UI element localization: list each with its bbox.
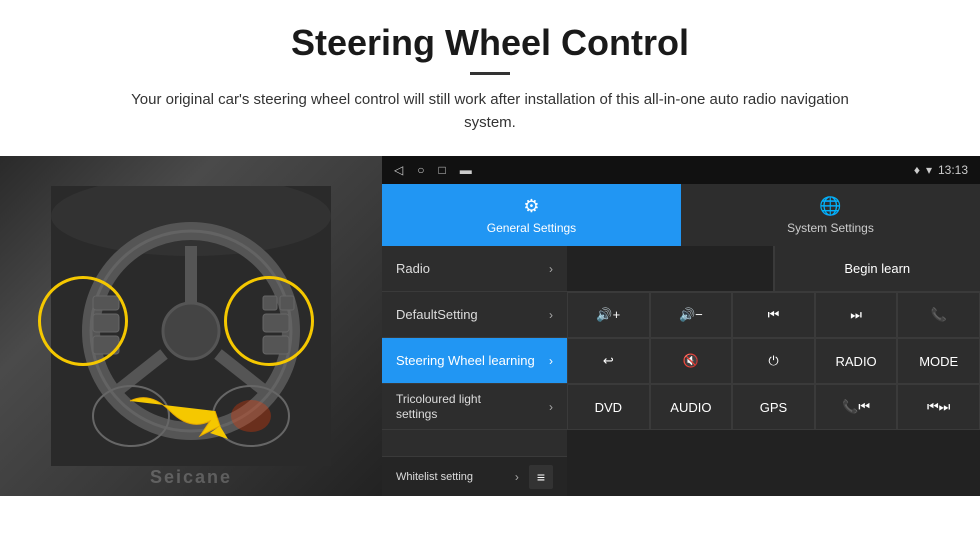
steering-arrow-icon: › xyxy=(549,354,553,368)
title-divider xyxy=(470,72,510,75)
menu-steering-label: Steering Wheel learning xyxy=(396,353,535,368)
whitelist-right: › ≡ xyxy=(515,465,553,489)
back-call-icon: ↩ xyxy=(603,353,614,369)
menu-default-label: DefaultSetting xyxy=(396,307,478,322)
menu-tricolour-label: Tricoloured lightsettings xyxy=(396,392,481,421)
menu-item-radio[interactable]: Radio › xyxy=(382,246,567,292)
radio-btn-label: RADIO xyxy=(836,354,877,369)
tab-general-label: General Settings xyxy=(487,221,576,235)
location-icon: ♦ xyxy=(914,163,920,177)
right-content: Begin learn 🔊+ 🔊− ⏮ xyxy=(567,246,980,496)
wifi-icon: ▾ xyxy=(926,163,932,177)
begin-learn-button[interactable]: Begin learn xyxy=(774,246,980,291)
menu-item-default[interactable]: DefaultSetting › xyxy=(382,292,567,338)
panel-body: Radio › DefaultSetting › Steering Wheel … xyxy=(382,246,980,496)
prev-track-button[interactable]: ⏮ xyxy=(732,292,815,338)
general-settings-icon: ⚙ xyxy=(523,196,539,217)
whitelist-icon: ≡ xyxy=(529,465,553,489)
phone-prev-icon: 📞⏮ xyxy=(842,399,870,415)
page-container: Steering Wheel Control Your original car… xyxy=(0,0,980,496)
btn-grid-row1: 🔊+ 🔊− ⏮ ⏭ 📞 xyxy=(567,292,980,338)
home-icon: ○ xyxy=(417,163,424,177)
header-section: Steering Wheel Control Your original car… xyxy=(0,0,980,144)
clock: 13:13 xyxy=(938,163,968,177)
gps-button[interactable]: GPS xyxy=(732,384,815,430)
mute-button[interactable]: 🔇 xyxy=(650,338,733,384)
power-button[interactable]: ⏻ xyxy=(732,338,815,384)
gps-label: GPS xyxy=(760,400,787,415)
system-settings-icon: 🌐 xyxy=(819,196,841,217)
next-track-button[interactable]: ⏭ xyxy=(815,292,898,338)
arrow-overlay xyxy=(120,381,240,466)
status-bar: ◁ ○ □ ▬ ♦ ▾ 13:13 xyxy=(382,156,980,184)
mute-icon: 🔇 xyxy=(683,353,699,369)
phone-prev-button[interactable]: 📞⏮ xyxy=(815,384,898,430)
content-area: Seicane ◁ ○ □ ▬ ♦ ▾ 13:13 xyxy=(0,156,980,496)
phone-button[interactable]: 📞 xyxy=(897,292,980,338)
vol-up-button[interactable]: 🔊+ xyxy=(567,292,650,338)
tab-general-settings[interactable]: ⚙ General Settings xyxy=(382,184,681,246)
next-track-icon: ⏭ xyxy=(850,307,862,323)
audio-label: AUDIO xyxy=(670,400,711,415)
prev-track-icon: ⏮ xyxy=(768,307,780,323)
page-title: Steering Wheel Control xyxy=(60,22,920,64)
back-icon: ◁ xyxy=(394,163,403,177)
recents-icon: □ xyxy=(438,163,445,177)
skip-icon: ⏮⏭ xyxy=(927,399,950,415)
tab-system-label: System Settings xyxy=(787,221,874,235)
car-image: Seicane xyxy=(0,156,382,496)
tab-system-settings[interactable]: 🌐 System Settings xyxy=(681,184,980,246)
radio-btn[interactable]: RADIO xyxy=(815,338,898,384)
highlight-circle-right xyxy=(224,276,314,366)
menu-whitelist-label: Whitelist setting xyxy=(396,471,473,483)
btn-grid-row2: ↩ 🔇 ⏻ RADIO MODE xyxy=(567,338,980,384)
dvd-label: DVD xyxy=(595,400,622,415)
mode-label: MODE xyxy=(919,354,958,369)
subtitle-text: Your original car's steering wheel contr… xyxy=(120,89,860,134)
menu-item-steering[interactable]: Steering Wheel learning › xyxy=(382,338,567,384)
menu-item-whitelist[interactable]: Whitelist setting › ≡ xyxy=(382,456,567,496)
left-menu: Radio › DefaultSetting › Steering Wheel … xyxy=(382,246,567,496)
audio-button[interactable]: AUDIO xyxy=(650,384,733,430)
vol-up-icon: 🔊+ xyxy=(596,307,620,323)
menu-radio-label: Radio xyxy=(396,261,430,276)
btn-grid-row3: DVD AUDIO GPS 📞⏮ ⏮⏭ xyxy=(567,384,980,430)
dvd-button[interactable]: DVD xyxy=(567,384,650,430)
phone-icon: 📞 xyxy=(931,307,947,323)
vol-down-icon: 🔊− xyxy=(679,307,703,323)
default-arrow-icon: › xyxy=(549,308,553,322)
status-bar-left: ◁ ○ □ ▬ xyxy=(394,163,472,177)
tab-bar: ⚙ General Settings 🌐 System Settings xyxy=(382,184,980,246)
watermark: Seicane xyxy=(150,467,232,488)
menu-item-tricolour[interactable]: Tricoloured lightsettings › xyxy=(382,384,567,430)
vol-down-button[interactable]: 🔊− xyxy=(650,292,733,338)
screenshot-icon: ▬ xyxy=(460,163,472,177)
highlight-circle-left xyxy=(38,276,128,366)
skip-button[interactable]: ⏮⏭ xyxy=(897,384,980,430)
android-panel: ◁ ○ □ ▬ ♦ ▾ 13:13 ⚙ General Settings xyxy=(382,156,980,496)
control-row-1: Begin learn xyxy=(567,246,980,292)
radio-arrow-icon: › xyxy=(549,262,553,276)
empty-cell xyxy=(567,246,774,291)
status-bar-right: ♦ ▾ 13:13 xyxy=(914,163,968,177)
tricolour-arrow-icon: › xyxy=(549,400,553,414)
whitelist-arrow-icon: › xyxy=(515,470,519,484)
power-icon: ⏻ xyxy=(768,353,778,369)
back-call-button[interactable]: ↩ xyxy=(567,338,650,384)
mode-button[interactable]: MODE xyxy=(897,338,980,384)
